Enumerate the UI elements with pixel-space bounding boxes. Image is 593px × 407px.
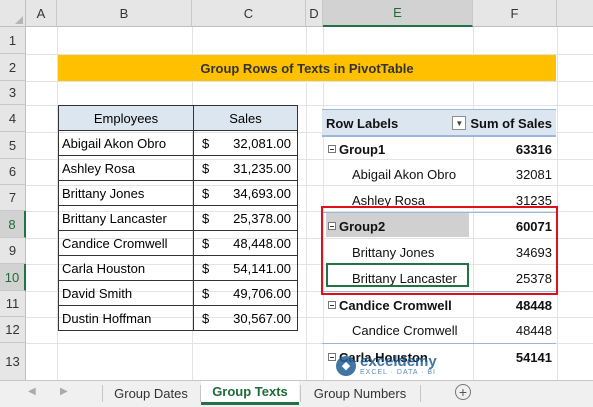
sales-cell[interactable]: $49,706.00 <box>193 280 298 306</box>
sales-amount: 54,141.00 <box>233 260 291 276</box>
watermark-logo: ◆ exceldemy EXCEL · DATA · BI <box>336 353 437 376</box>
sales-cell[interactable]: $32,081.00 <box>193 130 298 156</box>
collapse-icon[interactable] <box>328 301 336 309</box>
pivot-item-row[interactable]: Abigail Akon Obro 32081 <box>322 161 556 187</box>
currency-symbol: $ <box>202 285 210 301</box>
sales-amount: 31,235.00 <box>233 160 291 176</box>
row-header-12[interactable]: 12 <box>0 317 26 343</box>
column-header-a[interactable]: A <box>26 0 57 27</box>
column-header-c[interactable]: C <box>192 0 306 27</box>
collapse-icon[interactable] <box>328 353 336 361</box>
employee-name-cell[interactable]: Brittany Jones <box>58 180 194 206</box>
sales-cell[interactable]: $54,141.00 <box>193 255 298 281</box>
row-header-11[interactable]: 11 <box>0 291 26 317</box>
row-labels-header[interactable]: Row Labels <box>326 116 398 131</box>
employee-name-cell[interactable]: Candice Cromwell <box>58 230 194 256</box>
column-header-g[interactable] <box>557 0 593 27</box>
group-sum: 48448 <box>515 297 552 313</box>
column-header-e[interactable]: E <box>323 0 473 27</box>
pivot-header-row: Row Labels ▼ Sum of Sales <box>322 109 556 137</box>
group-label: Group1 <box>339 141 386 157</box>
employees-header[interactable]: Employees <box>58 105 194 131</box>
employee-name-cell[interactable]: Ashley Rosa <box>58 155 194 181</box>
select-all-corner[interactable] <box>0 0 26 27</box>
watermark-tagline: EXCEL · DATA · BI <box>360 369 436 376</box>
currency-symbol: $ <box>202 235 210 251</box>
sum-of-sales-header[interactable]: Sum of Sales <box>470 116 556 131</box>
add-sheet-icon[interactable]: + <box>455 384 471 400</box>
row-header-3[interactable]: 3 <box>0 81 26 105</box>
sheet-title: Group Rows of Texts in PivotTable <box>58 55 556 81</box>
row-header-2[interactable]: 2 <box>0 54 26 81</box>
sales-header[interactable]: Sales <box>193 105 298 131</box>
column-header-d[interactable]: D <box>306 0 323 27</box>
prev-sheet-arrow-icon[interactable]: ◀ <box>28 386 36 397</box>
employee-name-cell[interactable]: Brittany Lancaster <box>58 205 194 231</box>
row-header-5[interactable]: 5 <box>0 132 26 159</box>
employee-name-cell[interactable]: Dustin Hoffman <box>58 305 194 331</box>
pivot-group-row[interactable]: Candice Cromwell 48448 <box>322 291 556 318</box>
row-header-4[interactable]: 4 <box>0 105 26 132</box>
currency-symbol: $ <box>202 185 210 201</box>
item-label: Abigail Akon Obro <box>352 166 457 182</box>
sales-amount: 25,378.00 <box>233 210 291 226</box>
active-cell-selection <box>326 263 469 287</box>
item-label: Candice Cromwell <box>352 322 458 338</box>
filter-dropdown-icon[interactable]: ▼ <box>452 116 467 130</box>
employee-name-cell[interactable]: Carla Houston <box>58 255 194 281</box>
sales-amount: 32,081.00 <box>233 135 291 151</box>
sales-cell[interactable]: $48,448.00 <box>193 230 298 256</box>
employees-table: Employees Sales Abigail Akon Obro $32,08… <box>58 105 298 331</box>
group-sum: 63316 <box>515 141 552 157</box>
row-header-10[interactable]: 10 <box>0 264 26 291</box>
row-header-9[interactable]: 9 <box>0 238 26 264</box>
row-header-6[interactable]: 6 <box>0 159 26 185</box>
sales-cell[interactable]: $25,378.00 <box>193 205 298 231</box>
tab-group-numbers[interactable]: Group Numbers <box>301 381 419 405</box>
collapse-icon[interactable] <box>328 145 336 153</box>
currency-symbol: $ <box>202 160 210 176</box>
group-sum: 54141 <box>515 349 552 365</box>
item-value: 32081 <box>515 166 552 182</box>
tab-group-dates[interactable]: Group Dates <box>103 381 199 405</box>
pivot-group-row[interactable]: Group1 63316 <box>322 135 556 162</box>
currency-symbol: $ <box>202 135 210 151</box>
tab-group-texts[interactable]: Group Texts <box>201 381 299 405</box>
row-header-7[interactable]: 7 <box>0 185 26 211</box>
sales-amount: 49,706.00 <box>233 285 291 301</box>
currency-symbol: $ <box>202 310 210 326</box>
currency-symbol: $ <box>202 260 210 276</box>
column-header-b[interactable]: B <box>57 0 192 27</box>
item-value: 48448 <box>515 322 552 338</box>
watermark-name: exceldemy <box>360 353 437 370</box>
pivot-item-row[interactable]: Candice Cromwell 48448 <box>322 317 556 343</box>
row-header-8[interactable]: 8 <box>0 211 26 238</box>
row-header-13[interactable]: 13 <box>0 343 26 380</box>
group-label: Candice Cromwell <box>339 297 452 313</box>
currency-symbol: $ <box>202 210 210 226</box>
row-header-1[interactable]: 1 <box>0 27 26 54</box>
sales-amount: 30,567.00 <box>233 310 291 326</box>
sales-cell[interactable]: $30,567.00 <box>193 305 298 331</box>
sales-cell[interactable]: $34,693.00 <box>193 180 298 206</box>
sales-amount: 48,448.00 <box>233 235 291 251</box>
exceldemy-logo-icon: ◆ <box>336 355 356 376</box>
next-sheet-arrow-icon[interactable]: ▶ <box>60 386 68 397</box>
column-header-f[interactable]: F <box>473 0 557 27</box>
employee-name-cell[interactable]: David Smith <box>58 280 194 306</box>
sheet-tab-bar: ◀ ▶ Group Dates Group Texts Group Number… <box>0 380 593 407</box>
sales-amount: 34,693.00 <box>233 185 291 201</box>
employee-name-cell[interactable]: Abigail Akon Obro <box>58 130 194 156</box>
sales-cell[interactable]: $31,235.00 <box>193 155 298 181</box>
